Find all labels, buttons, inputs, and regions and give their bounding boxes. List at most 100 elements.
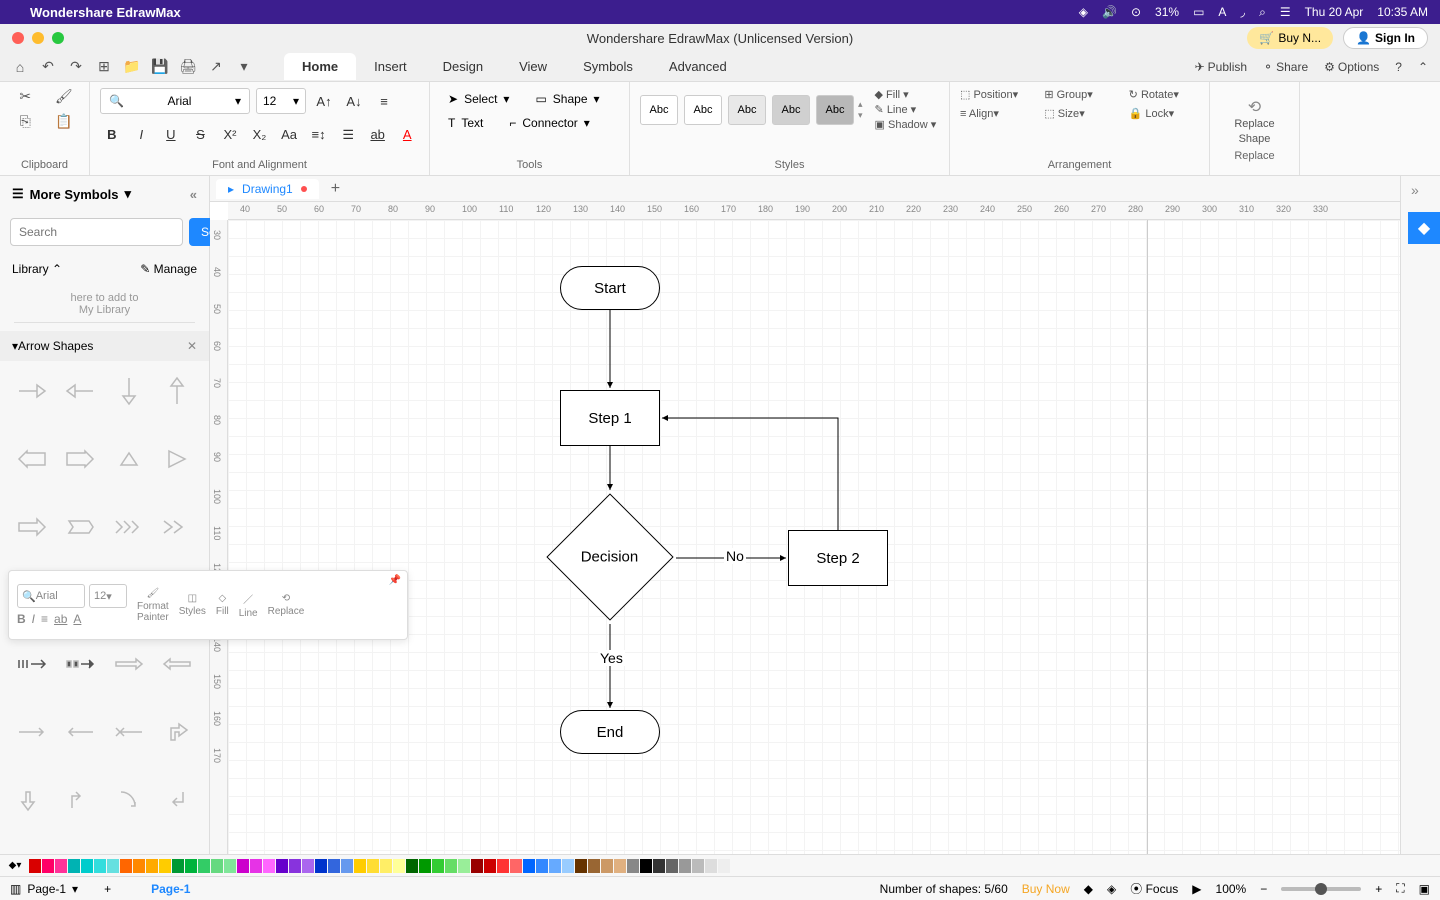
step2-shape[interactable]: Step 2 <box>788 530 888 586</box>
mini-size-select[interactable]: 12 ▾ <box>89 584 127 608</box>
close-section-icon[interactable]: ✕ <box>187 339 197 353</box>
tab-advanced[interactable]: Advanced <box>651 53 745 80</box>
library-label[interactable]: Library ⌃ <box>12 262 62 276</box>
color-swatch[interactable] <box>718 859 730 873</box>
expand-right-panel[interactable]: » <box>1411 182 1419 198</box>
color-swatch[interactable] <box>55 859 67 873</box>
color-swatch[interactable] <box>458 859 470 873</box>
undo-button[interactable]: ↶ <box>38 58 58 75</box>
italic-button[interactable]: I <box>130 123 154 147</box>
color-swatch[interactable] <box>471 859 483 873</box>
bold-button[interactable]: B <box>100 123 124 147</box>
increase-font-button[interactable]: A↑ <box>312 89 336 113</box>
copy-button[interactable]: ⎘ <box>10 113 41 130</box>
date[interactable]: Thu 20 Apr <box>1305 5 1364 19</box>
decrease-font-button[interactable]: A↓ <box>342 89 366 113</box>
fill-button[interactable]: ◆ Fill ▾ <box>875 88 937 101</box>
color-swatch[interactable] <box>536 859 548 873</box>
collapse-ribbon-button[interactable]: ⌃ <box>1418 60 1428 74</box>
document-tab[interactable]: ▸ Drawing1 <box>216 179 319 199</box>
color-swatch[interactable] <box>94 859 106 873</box>
mini-font-select[interactable]: 🔍 Arial <box>17 584 85 608</box>
color-swatch[interactable] <box>198 859 210 873</box>
page-tab[interactable]: Page-1 <box>151 882 190 896</box>
arrow-shape-thumb[interactable] <box>107 507 151 547</box>
color-swatch[interactable] <box>367 859 379 873</box>
replace-shape-icon[interactable]: ⟲ <box>1248 97 1261 117</box>
color-swatch[interactable] <box>224 859 236 873</box>
font-color-button[interactable]: A <box>395 123 419 147</box>
input-icon[interactable]: A <box>1218 5 1226 19</box>
arrow-shape-thumb[interactable] <box>58 644 102 684</box>
align-button[interactable]: ≡ <box>372 89 396 113</box>
color-swatch[interactable] <box>510 859 522 873</box>
format-panel-button[interactable]: ◆ <box>1408 212 1440 244</box>
page-select[interactable]: Page-1 <box>27 882 66 896</box>
add-page-button[interactable]: + <box>104 882 111 896</box>
redo-button[interactable]: ↷ <box>66 58 86 75</box>
color-swatch[interactable] <box>315 859 327 873</box>
mini-line[interactable]: ／Line <box>239 591 258 619</box>
control-center-icon[interactable]: ☰ <box>1280 5 1291 19</box>
mini-bold[interactable]: B <box>17 612 26 626</box>
format-painter-button[interactable]: 🖌 <box>49 88 80 105</box>
arrow-shape-thumb[interactable] <box>58 780 102 820</box>
strikethrough-button[interactable]: S <box>189 123 213 147</box>
arrow-shape-thumb[interactable] <box>155 507 199 547</box>
open-button[interactable]: 📁 <box>122 58 142 75</box>
style-down[interactable]: ▾ <box>858 110 863 121</box>
line-spacing-button[interactable]: ≡↕ <box>307 123 331 147</box>
cut-button[interactable]: ✂ <box>10 88 41 105</box>
style-sample-1[interactable]: Abc <box>640 95 678 125</box>
arrow-shape-thumb[interactable] <box>58 712 102 752</box>
arrow-shape-thumb[interactable] <box>107 712 151 752</box>
superscript-button[interactable]: X² <box>218 123 242 147</box>
color-swatch[interactable] <box>432 859 444 873</box>
new-button[interactable]: ⊞ <box>94 58 114 75</box>
arrow-shape-thumb[interactable] <box>155 371 199 411</box>
text-tool[interactable]: T Text <box>440 112 491 134</box>
more-symbols-label[interactable]: More Symbols <box>30 187 119 202</box>
search-icon[interactable]: ⌕ <box>1259 5 1266 20</box>
color-swatch[interactable] <box>588 859 600 873</box>
arrow-shape-thumb[interactable] <box>155 712 199 752</box>
pin-icon[interactable]: 📌 <box>389 575 401 586</box>
symbol-search-input[interactable] <box>10 218 183 246</box>
hamburger-icon[interactable]: ☰ <box>12 186 24 202</box>
color-swatch[interactable] <box>497 859 509 873</box>
arrow-shape-thumb[interactable] <box>155 439 199 479</box>
color-swatch[interactable] <box>250 859 262 873</box>
options-button[interactable]: ⚙ Options <box>1324 60 1379 74</box>
home-icon[interactable]: ⌂ <box>10 59 30 75</box>
arrow-shape-thumb[interactable] <box>107 371 151 411</box>
mini-fill[interactable]: ◇Fill <box>216 593 229 617</box>
color-swatch[interactable] <box>159 859 171 873</box>
size-button[interactable]: ⬚ Size▾ <box>1044 107 1114 120</box>
mini-styles[interactable]: ◫Styles <box>179 593 206 617</box>
color-swatch[interactable] <box>523 859 535 873</box>
color-swatch[interactable] <box>237 859 249 873</box>
underline-button[interactable]: U <box>159 123 183 147</box>
tab-insert[interactable]: Insert <box>356 53 425 80</box>
line-button[interactable]: ✎ Line ▾ <box>875 103 937 116</box>
select-tool[interactable]: ➤ Select ▾ <box>440 88 517 110</box>
zoom-out[interactable]: − <box>1260 882 1267 896</box>
color-swatch[interactable] <box>627 859 639 873</box>
fullscreen-icon[interactable]: ▣ <box>1419 882 1430 896</box>
step1-shape[interactable]: Step 1 <box>560 390 660 446</box>
color-swatch[interactable] <box>601 859 613 873</box>
publish-button[interactable]: ✈ Publish <box>1195 60 1247 74</box>
wifi-icon[interactable]: ◞ <box>1240 5 1245 19</box>
color-swatch[interactable] <box>263 859 275 873</box>
color-swatch[interactable] <box>328 859 340 873</box>
arrow-shape-thumb[interactable] <box>155 644 199 684</box>
add-tab-button[interactable]: + <box>323 180 348 198</box>
lock-button[interactable]: 🔒 Lock▾ <box>1129 107 1199 120</box>
style-sample-5[interactable]: Abc <box>816 95 854 125</box>
arrow-shapes-header[interactable]: ▾ Arrow Shapes ✕ <box>0 331 209 361</box>
color-swatch[interactable] <box>666 859 678 873</box>
arrow-shape-thumb[interactable] <box>10 507 54 547</box>
page-dropdown-icon[interactable]: ▾ <box>72 882 78 896</box>
minimize-window-button[interactable] <box>32 32 44 44</box>
arrow-shape-thumb[interactable] <box>107 644 151 684</box>
